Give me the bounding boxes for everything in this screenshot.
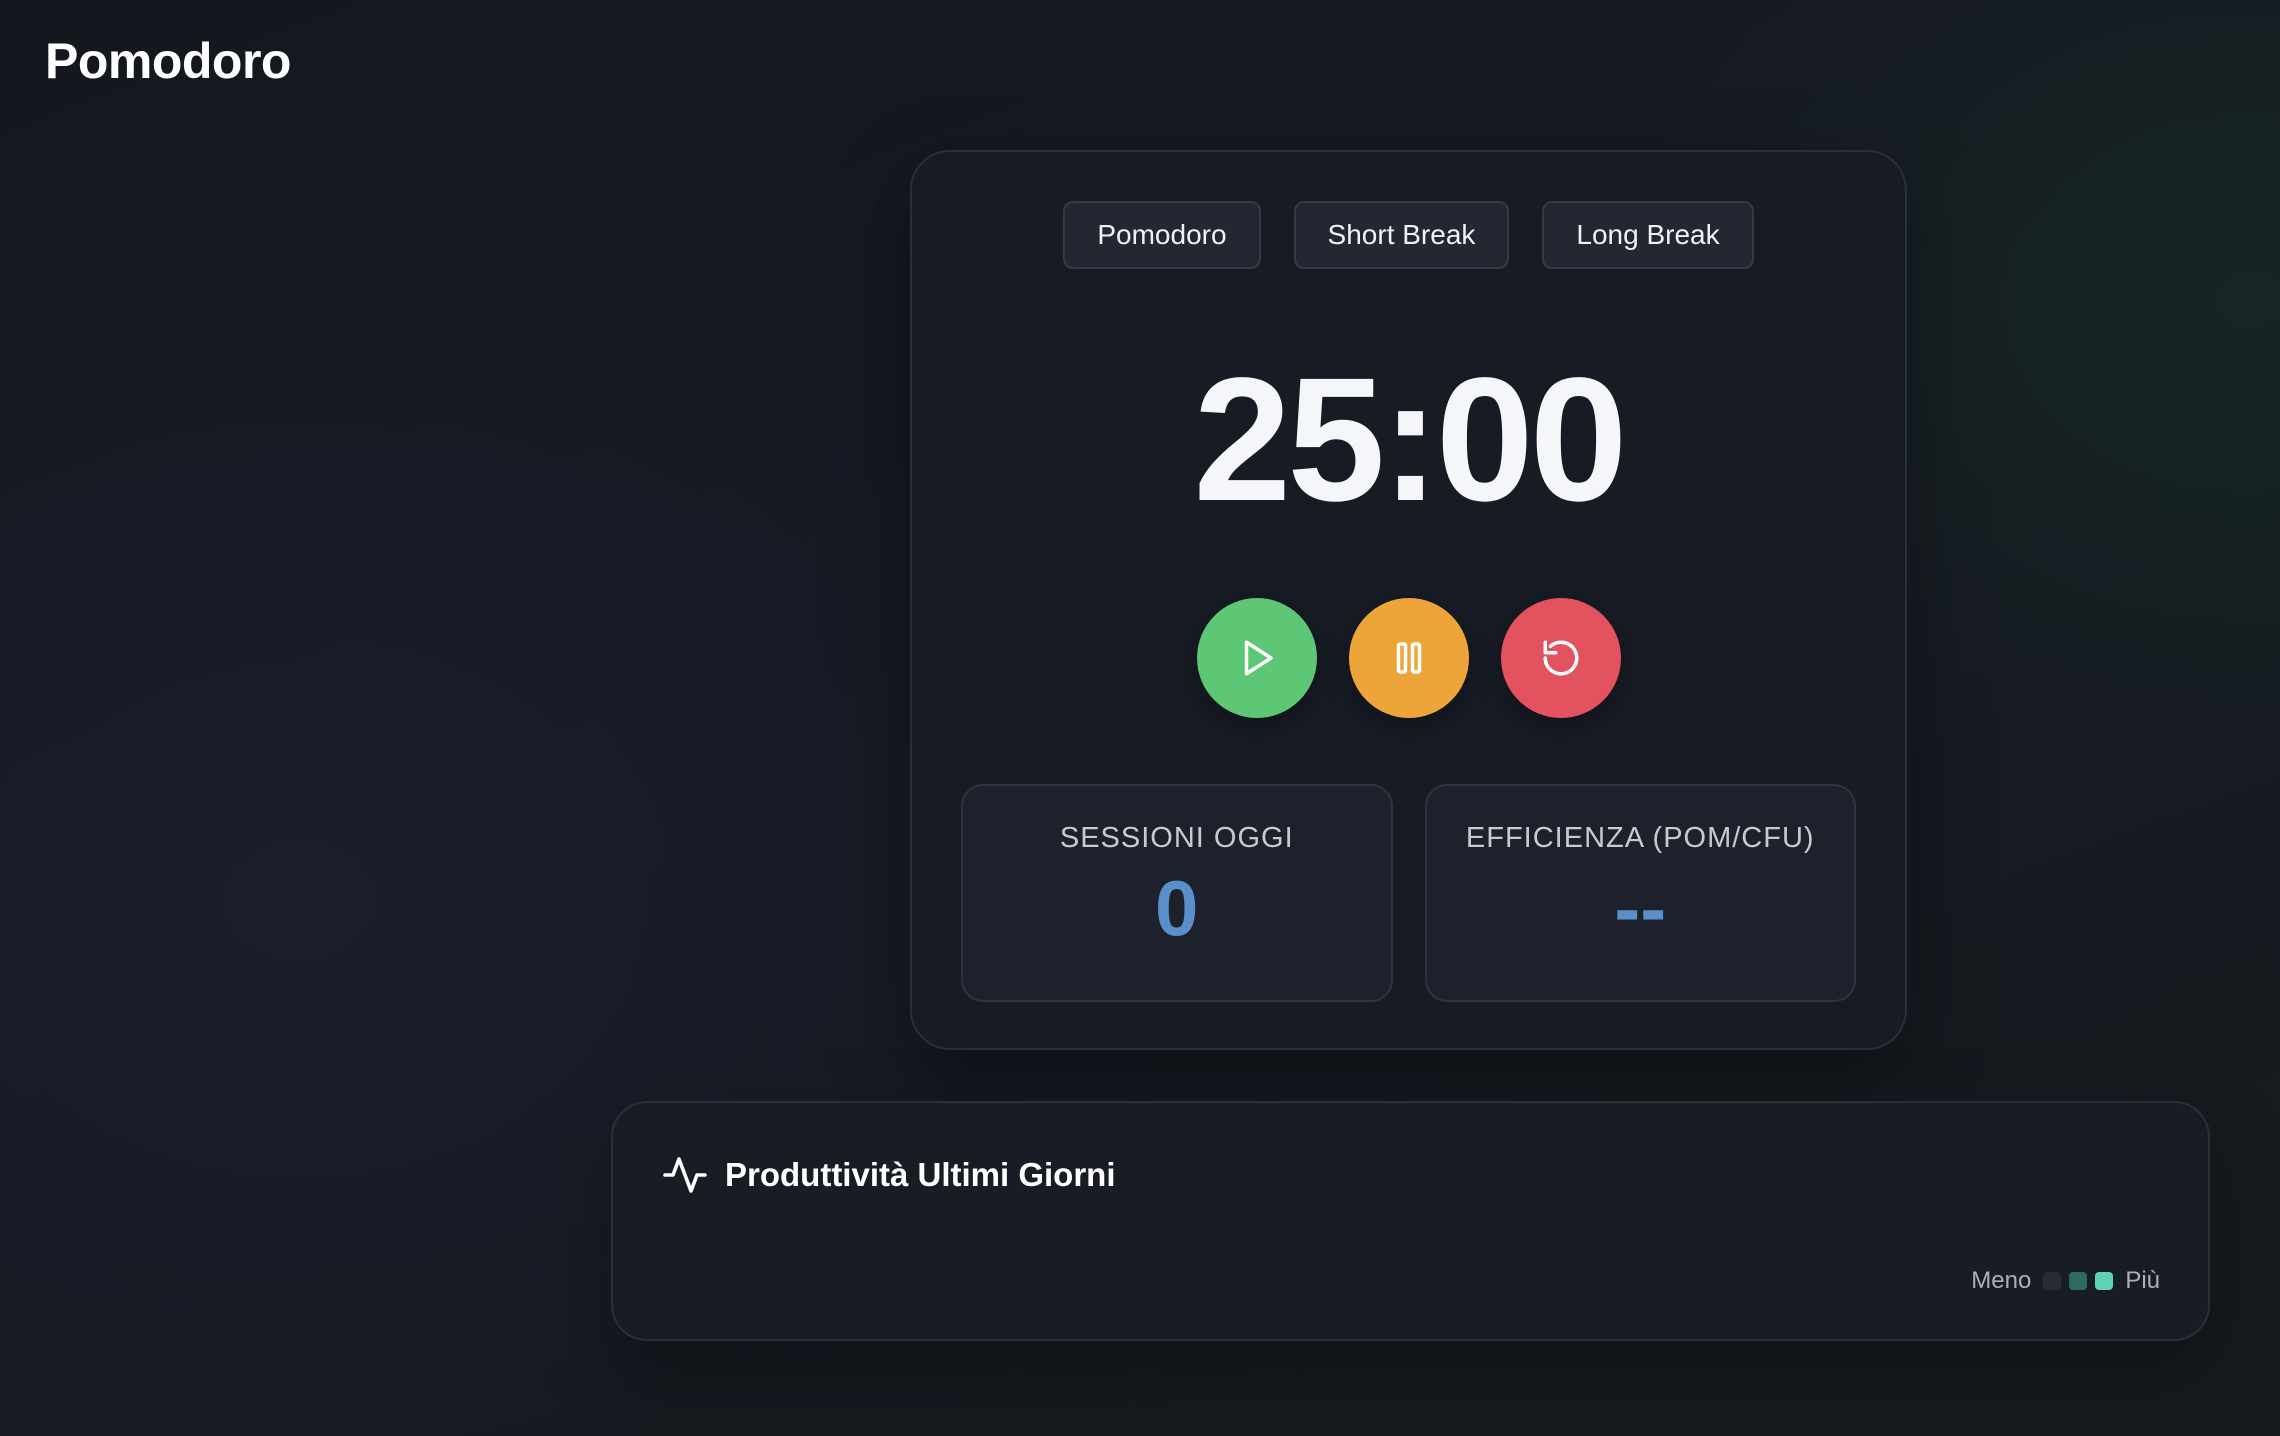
legend-less-label: Meno <box>1971 1267 2032 1294</box>
play-icon <box>1244 640 1273 676</box>
reset-icon <box>1543 640 1578 676</box>
activity-icon <box>663 1157 707 1193</box>
productivity-header: Produttività Ultimi Giorni <box>661 1151 1116 1199</box>
timer-controls <box>912 598 1905 718</box>
start-button[interactable] <box>1196 598 1317 718</box>
app-title: Pomodoro <box>45 33 291 89</box>
efficiency-card: EFFICIENZA (POM/CFU) -- <box>1424 784 1856 1002</box>
mode-tab-pomodoro[interactable]: Pomodoro <box>1063 201 1261 269</box>
timer-display: 25:00 <box>1193 342 1627 538</box>
heatmap-legend: Meno Più <box>1971 1267 2160 1295</box>
efficiency-label: EFFICIENZA (POM/CFU) <box>1465 822 1815 854</box>
legend-level-2 <box>2095 1272 2114 1290</box>
mode-tab-long-break[interactable]: Long Break <box>1542 201 1754 269</box>
stats-row: SESSIONI OGGI 0 EFFICIENZA (POM/CFU) -- <box>961 784 1856 1002</box>
legend-level-0 <box>2043 1272 2062 1290</box>
legend-more-label: Più <box>2125 1267 2160 1294</box>
pause-icon <box>1396 642 1421 674</box>
reset-button[interactable] <box>1500 598 1621 718</box>
mode-tabs: Pomodoro Short Break Long Break <box>912 201 1905 269</box>
efficiency-value: -- <box>1614 864 1667 952</box>
productivity-title: Produttività Ultimi Giorni <box>725 1156 1116 1193</box>
legend-level-1 <box>2069 1272 2088 1290</box>
timer-card: Pomodoro Short Break Long Break 25:00 SE… <box>910 150 1907 1050</box>
sessions-today-value: 0 <box>1155 864 1199 952</box>
sessions-today-label: SESSIONI OGGI <box>1059 822 1294 854</box>
productivity-card: Produttività Ultimi Giorni Meno Più <box>611 1101 2210 1341</box>
pause-button[interactable] <box>1348 598 1469 718</box>
sessions-today-card: SESSIONI OGGI 0 <box>961 784 1393 1002</box>
mode-tab-short-break[interactable]: Short Break <box>1293 201 1510 269</box>
